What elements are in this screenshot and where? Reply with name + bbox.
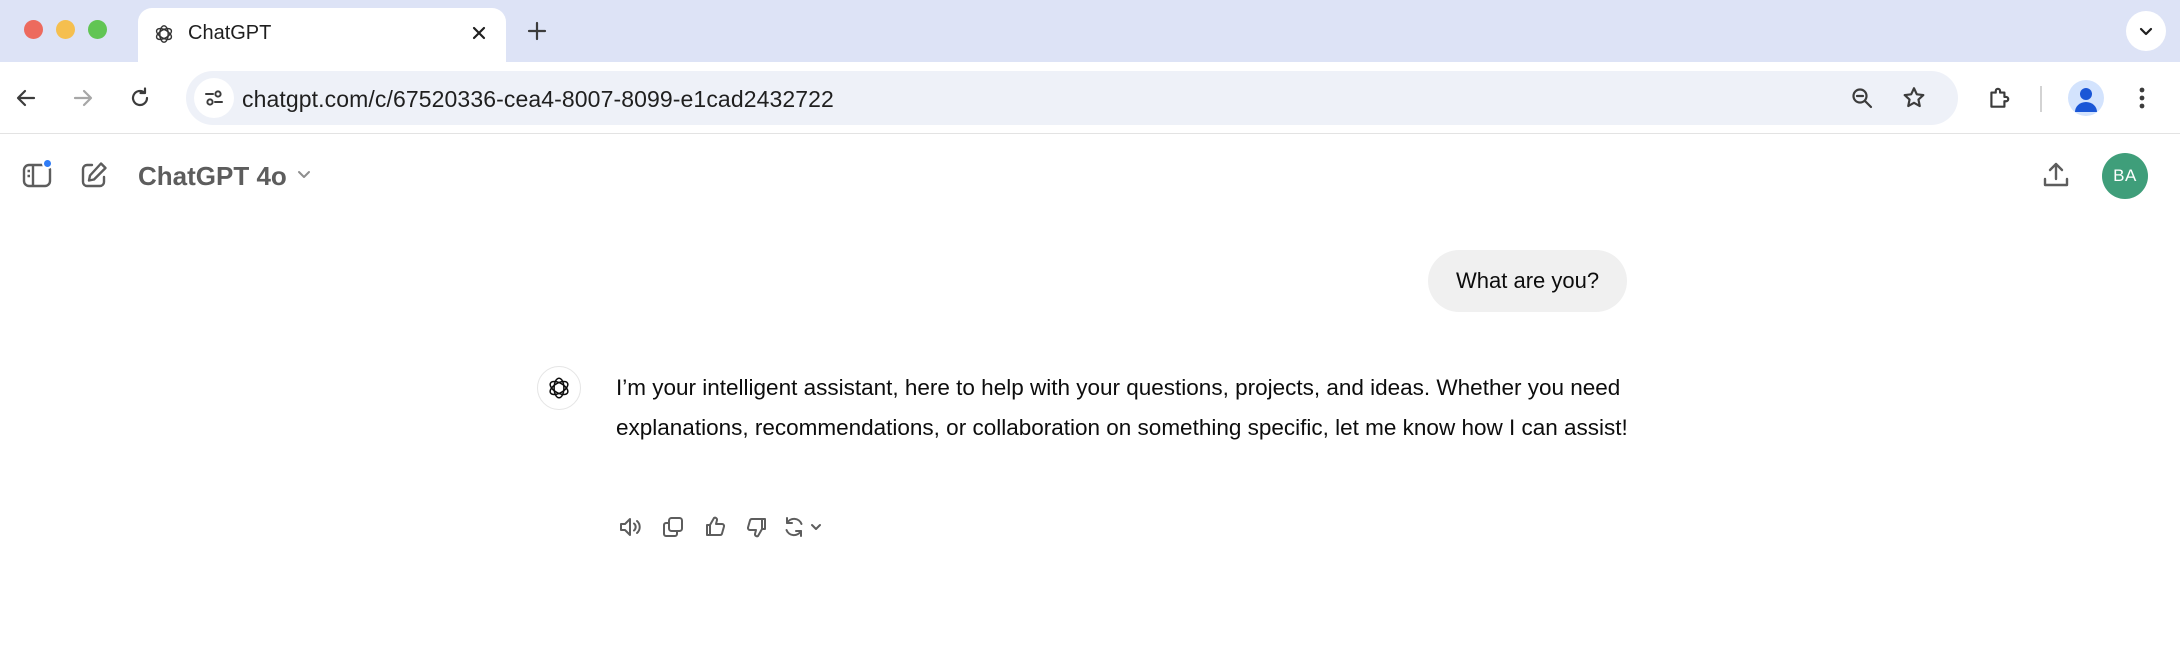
zoom-icon[interactable] (1842, 78, 1882, 118)
openai-logo-icon (537, 366, 581, 410)
chevron-down-icon (295, 165, 313, 188)
chat-header: ChatGPT 4o BA (0, 135, 2180, 215)
forward-icon[interactable] (61, 76, 105, 120)
sidebar-icon[interactable] (17, 155, 57, 195)
window-zoom-button[interactable] (88, 20, 107, 39)
regenerate-icon[interactable] (782, 510, 830, 544)
user-message-bubble: What are you? (1428, 250, 1628, 312)
share-icon[interactable] (2036, 155, 2076, 195)
notification-dot (42, 158, 53, 169)
browser-tab-chatgpt[interactable]: ChatGPT (138, 8, 506, 62)
profile-icon[interactable] (2068, 80, 2104, 116)
thumbs-down-icon[interactable] (740, 510, 774, 544)
toolbar-divider (2040, 86, 2042, 112)
close-icon[interactable] (464, 18, 494, 48)
extensions-icon[interactable] (1977, 76, 2021, 120)
kebab-menu-icon[interactable] (2120, 76, 2164, 120)
openai-logo-icon (152, 22, 176, 46)
tab-title: ChatGPT (188, 22, 272, 44)
thumbs-up-icon[interactable] (698, 510, 732, 544)
new-chat-icon[interactable] (74, 155, 114, 195)
message-actions (614, 510, 830, 544)
url-text[interactable]: chatgpt.com/c/67520336-cea4-8007-8099-e1… (242, 86, 834, 113)
reload-icon[interactable] (118, 76, 162, 120)
plus-icon[interactable] (520, 14, 554, 48)
browser-toolbar: chatgpt.com/c/67520336-cea4-8007-8099-e1… (0, 62, 2180, 134)
star-icon[interactable] (1894, 78, 1934, 118)
browser-tab-strip: ChatGPT (0, 0, 2180, 62)
avatar[interactable]: BA (2102, 153, 2148, 199)
back-icon[interactable] (4, 76, 48, 120)
copy-icon[interactable] (656, 510, 690, 544)
model-name: ChatGPT 4o (138, 160, 287, 191)
chevron-down-icon[interactable] (2126, 11, 2166, 51)
model-selector[interactable]: ChatGPT 4o (138, 159, 313, 193)
address-bar[interactable]: chatgpt.com/c/67520336-cea4-8007-8099-e1… (186, 71, 1958, 125)
window-close-button[interactable] (24, 20, 43, 39)
window-minimize-button[interactable] (56, 20, 75, 39)
site-settings-icon[interactable] (194, 78, 234, 118)
assistant-message: I’m your intelligent assistant, here to … (616, 375, 1628, 440)
read-aloud-icon[interactable] (614, 510, 648, 544)
